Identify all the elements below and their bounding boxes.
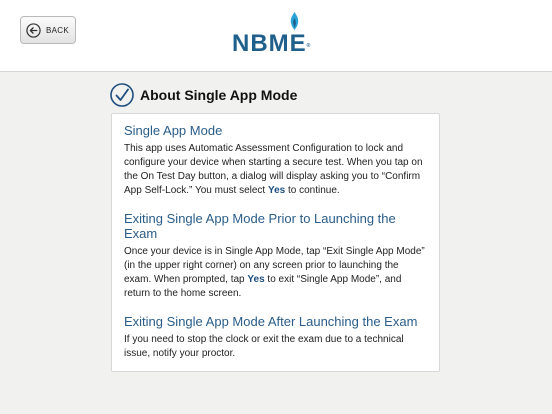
- nbme-logo: NBME®: [232, 12, 322, 56]
- logo-wordmark: NBME®: [232, 32, 310, 56]
- yes-emphasis: Yes: [247, 274, 265, 285]
- section-single-app-mode: Single App Mode This app uses Automatic …: [124, 123, 427, 198]
- logo-registered-mark: ®: [306, 43, 311, 49]
- section-heading: Exiting Single App Mode Prior to Launchi…: [124, 211, 396, 241]
- back-arrow-circle-icon: [26, 22, 41, 38]
- section-body: If you need to stop the clock or exit th…: [124, 334, 404, 359]
- info-card: Single App Mode This app uses Automatic …: [111, 113, 440, 372]
- page-title: About Single App Mode: [140, 87, 298, 103]
- checkmark-circle-icon: [110, 83, 134, 107]
- logo-text: NBME: [232, 30, 307, 57]
- app-header: BACK NBME®: [0, 0, 552, 72]
- section-heading: Single App Mode: [124, 123, 223, 138]
- section-body: This app uses Automatic Assessment Confi…: [124, 142, 427, 198]
- flame-icon: [290, 12, 299, 30]
- section-body-text-end: to continue.: [285, 185, 340, 196]
- back-button-label: BACK: [46, 25, 69, 35]
- section-body: Once your device is in Single App Mode, …: [124, 245, 427, 301]
- section-exit-prior: Exiting Single App Mode Prior to Launchi…: [124, 211, 427, 301]
- page-title-row: About Single App Mode: [110, 82, 297, 108]
- section-exit-after: Exiting Single App Mode After Launching …: [124, 314, 427, 361]
- yes-emphasis: Yes: [267, 185, 286, 196]
- back-button[interactable]: BACK: [20, 16, 76, 44]
- section-heading: Exiting Single App Mode After Launching …: [124, 314, 418, 329]
